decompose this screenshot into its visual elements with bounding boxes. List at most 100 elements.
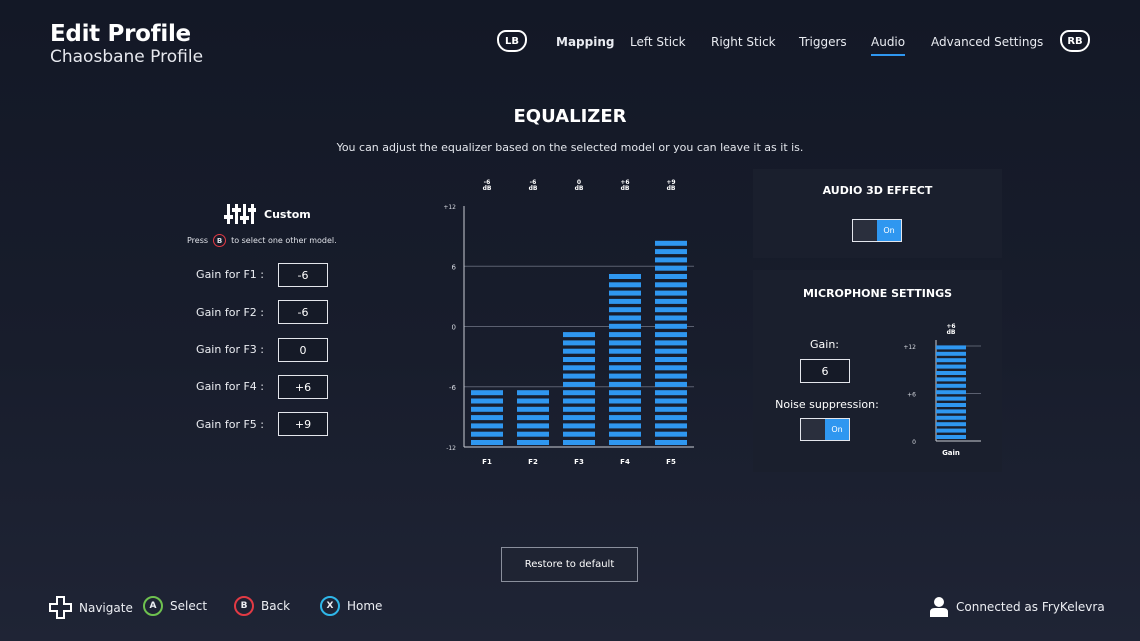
eq-bar-segment bbox=[655, 365, 687, 371]
restore-default-button[interactable]: Restore to default bbox=[501, 547, 638, 582]
noise-suppression-toggle[interactable]: On bbox=[800, 418, 850, 441]
bar-unit-label: dB bbox=[621, 185, 630, 192]
x-tick-label: F4 bbox=[620, 458, 630, 466]
section-title: EQUALIZER bbox=[513, 106, 627, 127]
eq-bar-segment bbox=[609, 290, 641, 296]
audio-3d-panel: AUDIO 3D EFFECT On bbox=[753, 169, 1002, 258]
meter-bar bbox=[936, 345, 966, 439]
eq-bar-segment bbox=[609, 348, 641, 354]
x-tick-label: F5 bbox=[666, 458, 676, 466]
eq-bar-segment bbox=[655, 323, 687, 329]
meter-segment bbox=[936, 358, 966, 363]
gain-f3-label: Gain for F3 : bbox=[196, 343, 264, 356]
model-selector[interactable]: Custom bbox=[224, 203, 311, 225]
tab-left-stick[interactable]: Left Stick bbox=[630, 35, 686, 49]
meter-segment bbox=[936, 383, 966, 388]
bar-unit-label: dB bbox=[529, 185, 538, 192]
b-button-label: B bbox=[216, 236, 223, 245]
tab-mapping[interactable]: Mapping bbox=[556, 35, 614, 49]
eq-bar-segment bbox=[609, 357, 641, 362]
eq-bar-segment bbox=[517, 390, 549, 396]
eq-bar-segment bbox=[609, 274, 641, 279]
b-button-icon: B bbox=[234, 596, 254, 616]
eq-bar-segment bbox=[471, 390, 503, 396]
eq-bar-segment bbox=[471, 398, 503, 404]
meter-segment bbox=[936, 351, 966, 356]
eq-bar-segment bbox=[655, 406, 687, 412]
eq-bar-segment bbox=[563, 365, 595, 371]
eq-bar-segment bbox=[517, 440, 549, 445]
eq-bar-f1[interactable] bbox=[471, 390, 503, 445]
gain-f2-field[interactable]: -6 bbox=[278, 300, 328, 324]
eq-bar-segment bbox=[655, 415, 687, 421]
hint-back: B Back bbox=[234, 596, 290, 616]
eq-bar-segment bbox=[563, 390, 595, 396]
meter-segment bbox=[936, 435, 966, 439]
left-bumper-icon[interactable]: LB bbox=[497, 30, 527, 52]
eq-bar-segment bbox=[609, 340, 641, 346]
y-tick-label: -6 bbox=[449, 384, 457, 392]
right-bumper-icon[interactable]: RB bbox=[1060, 30, 1090, 52]
mic-gain-meter: +6dB0+6+12Gain bbox=[903, 323, 981, 457]
model-hint-suffix: to select one other model. bbox=[231, 236, 337, 245]
right-bumper-label: RB bbox=[1067, 35, 1083, 47]
eq-bar-segment bbox=[609, 373, 641, 379]
microphone-panel: MICROPHONE SETTINGS Gain: 6 Noise suppre… bbox=[753, 270, 1002, 472]
gain-f4-label: Gain for F4 : bbox=[196, 380, 264, 393]
gain-f5-field[interactable]: +9 bbox=[278, 412, 328, 436]
eq-bar-segment bbox=[655, 340, 687, 346]
gain-f3-field[interactable]: 0 bbox=[278, 338, 328, 362]
tab-right-stick[interactable]: Right Stick bbox=[711, 35, 776, 49]
y-tick-label: 6 bbox=[452, 263, 457, 271]
model-label: Custom bbox=[264, 207, 311, 221]
tab-audio[interactable]: Audio bbox=[871, 35, 906, 56]
eq-bar-segment bbox=[563, 440, 595, 445]
y-tick-label: -12 bbox=[446, 445, 456, 452]
hint-select: A Select bbox=[143, 596, 207, 616]
sliders-icon bbox=[224, 204, 256, 224]
hint-home-label: Home bbox=[347, 599, 383, 613]
audio-3d-toggle[interactable]: On bbox=[852, 219, 902, 242]
model-hint-prefix: Press bbox=[187, 236, 209, 245]
eq-bar-segment bbox=[563, 431, 595, 437]
noise-toggle-on: On bbox=[825, 419, 849, 440]
meter-segment bbox=[936, 377, 966, 382]
eq-bar-segment bbox=[563, 415, 595, 421]
meter-segment bbox=[936, 403, 966, 407]
y-tick-label: 0 bbox=[452, 324, 456, 332]
meter-segment bbox=[936, 428, 966, 433]
eq-bar-segment bbox=[517, 423, 549, 429]
gain-f1-field[interactable]: -6 bbox=[278, 263, 328, 287]
eq-bar-segment bbox=[471, 423, 503, 429]
tab-triggers[interactable]: Triggers bbox=[799, 35, 847, 49]
page-title: Edit Profile bbox=[50, 21, 191, 47]
eq-bar-segment bbox=[655, 332, 687, 338]
a-button-label: A bbox=[149, 601, 157, 611]
hint-navigate-label: Navigate bbox=[79, 600, 133, 615]
eq-bar-f4[interactable] bbox=[609, 274, 641, 445]
eq-bar-segment bbox=[517, 415, 549, 421]
section-description: You can adjust the equalizer based on th… bbox=[336, 141, 804, 154]
eq-bar-segment bbox=[471, 440, 503, 445]
eq-bar-segment bbox=[563, 357, 595, 362]
eq-bar-segment bbox=[609, 431, 641, 437]
meter-tick-label: +6 bbox=[907, 392, 916, 399]
eq-bar-segment bbox=[655, 265, 687, 271]
bar-unit-label: dB bbox=[483, 185, 492, 192]
eq-bar-segment bbox=[655, 307, 687, 313]
meter-segment bbox=[936, 364, 966, 369]
mic-gain-field[interactable]: 6 bbox=[800, 359, 850, 383]
eq-bar-f5[interactable] bbox=[655, 240, 687, 445]
eq-bar-segment bbox=[609, 323, 641, 329]
meter-unit-label: dB bbox=[947, 329, 956, 336]
gain-f4-field[interactable]: +6 bbox=[278, 375, 328, 399]
eq-bar-f2[interactable] bbox=[517, 390, 549, 445]
y-tick-label: +12 bbox=[443, 204, 456, 211]
eq-bar-segment bbox=[563, 381, 595, 387]
bar-unit-label: dB bbox=[667, 185, 676, 192]
eq-bar-f3[interactable] bbox=[563, 332, 595, 445]
eq-bar-segment bbox=[471, 431, 503, 437]
eq-bar-segment bbox=[655, 274, 687, 279]
tab-advanced-settings[interactable]: Advanced Settings bbox=[931, 35, 1043, 49]
eq-bar-segment bbox=[609, 332, 641, 338]
